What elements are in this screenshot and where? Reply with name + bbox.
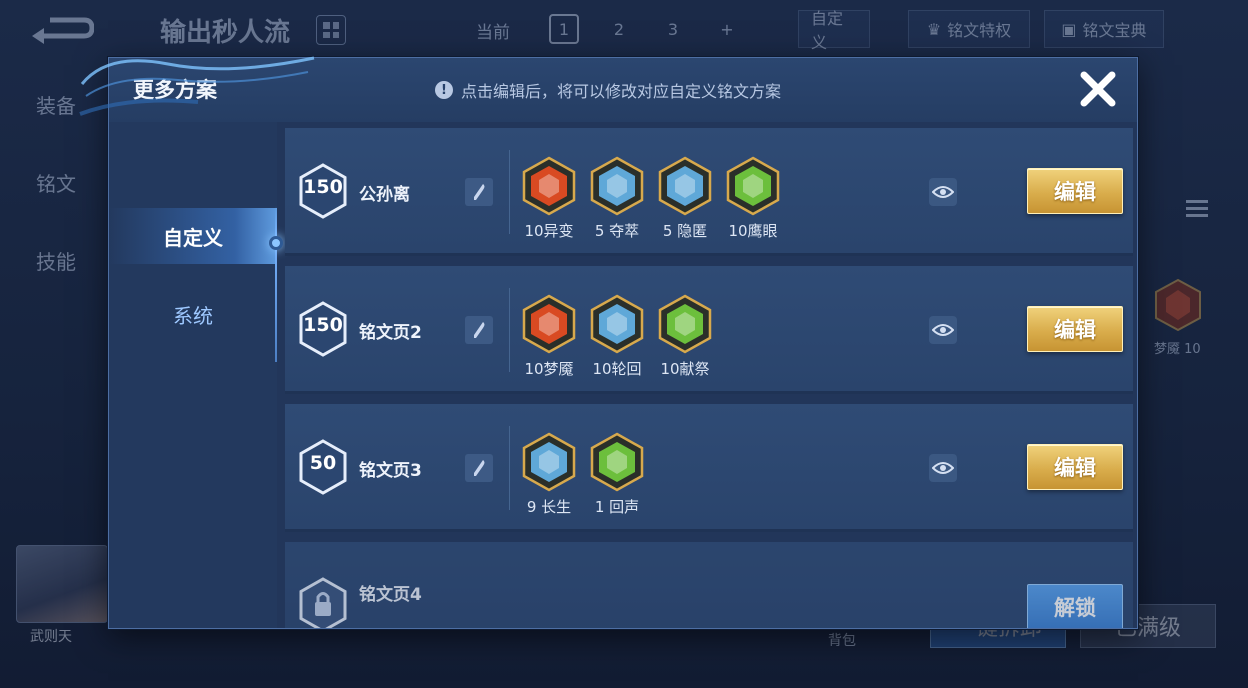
manual-button[interactable]: ▣ 铭文宝典 [1044, 10, 1164, 48]
red-rune-icon [515, 294, 583, 354]
add-page-tab[interactable]: + [712, 14, 742, 44]
plan-name: 铭文页4 [359, 585, 422, 605]
eye-icon [932, 324, 954, 336]
red-rune-icon[interactable] [1154, 278, 1202, 332]
rune-slot[interactable]: 10鹰眼 [719, 156, 787, 241]
menu-icon[interactable] [1184, 196, 1210, 222]
current-label: 当前 [476, 23, 510, 43]
row-divider [509, 426, 510, 510]
rune-label: 1 回声 [594, 498, 640, 516]
edit-button[interactable]: 编辑 [1027, 444, 1123, 490]
rune-label: 10献祭 [660, 360, 710, 378]
modal-header: 更多方案 ! 点击编辑后，将可以修改对应自定义铭文方案 [109, 58, 1137, 122]
page-tab-1[interactable]: 1 [549, 14, 579, 44]
rune-slot[interactable]: 5 夺萃 [583, 156, 651, 241]
red-rune-icon [515, 156, 583, 216]
plan-name: 铭文页3 [359, 461, 422, 481]
plan-level: 150 [303, 176, 343, 198]
grid-icon[interactable] [316, 15, 346, 45]
plan-row: 150 公孙离 10异变 5 夺萃 5 隐匿 10鹰眼 编辑 [285, 128, 1133, 256]
plan-row: 50 铭文页3 9 长生 1 回声 编辑 [285, 404, 1133, 532]
sidebar-item-custom[interactable]: 自定义 [109, 208, 277, 264]
row-divider [509, 150, 510, 234]
pencil-icon [474, 184, 485, 200]
edit-button[interactable]: 编辑 [1027, 306, 1123, 352]
plan-list: 150 公孙离 10异变 5 夺萃 5 隐匿 10鹰眼 编辑 150 铭文页2 … [285, 128, 1133, 628]
preview-button[interactable] [929, 178, 957, 206]
pencil-icon [474, 460, 485, 476]
blue-rune-icon [515, 432, 583, 492]
blue-rune-icon [651, 156, 719, 216]
side-tab-runes[interactable]: 铭文 [36, 168, 76, 197]
scheme-title: 输出秒人流 [160, 18, 291, 48]
blue-rune-icon [583, 294, 651, 354]
info-icon: ! [435, 81, 453, 99]
plan-name: 公孙离 [359, 185, 410, 205]
sidebar-item-system[interactable]: 系统 [109, 286, 277, 342]
privilege-button[interactable]: ♛ 铭文特权 [908, 10, 1030, 48]
rune-label: 5 隐匿 [662, 222, 708, 240]
rune-slot[interactable]: 10献祭 [651, 294, 719, 379]
green-rune-icon [651, 294, 719, 354]
edit-button[interactable]: 编辑 [1027, 168, 1123, 214]
rune-slot[interactable]: 9 长生 [515, 432, 583, 517]
bag-label: 背包 [828, 633, 856, 649]
side-tab-equipment[interactable]: 装备 [36, 90, 76, 119]
rune-label: 10梦魇 [524, 360, 574, 378]
pencil-icon [474, 322, 485, 338]
unlock-button[interactable]: 解锁 [1027, 584, 1123, 628]
page-tab-2[interactable]: 2 [604, 14, 634, 44]
plan-row: 150 铭文页2 10梦魇 10轮回 10献祭 编辑 [285, 266, 1133, 394]
rune-label: 10鹰眼 [728, 222, 778, 240]
rune-slot[interactable]: 10异变 [515, 156, 583, 241]
row-divider [509, 288, 510, 372]
right-rune-label: 梦魇 10 [1154, 342, 1201, 357]
lock-icon [299, 577, 347, 628]
preview-button[interactable] [929, 316, 957, 344]
hero-avatar[interactable] [16, 545, 108, 623]
rune-slot[interactable]: 10轮回 [583, 294, 651, 379]
hero-name: 武则天 [30, 629, 72, 645]
rune-label: 9 长生 [526, 498, 572, 516]
eye-icon [932, 462, 954, 474]
rune-slot[interactable]: 1 回声 [583, 432, 651, 517]
plan-row: 铭文页4 解锁 [285, 542, 1133, 628]
sidebar-divider [275, 206, 277, 362]
close-icon [1080, 71, 1116, 107]
rune-label: 10异变 [524, 222, 574, 240]
blue-rune-icon [583, 156, 651, 216]
rename-button[interactable] [465, 454, 493, 482]
back-arrow-icon[interactable] [30, 14, 94, 46]
book-icon: ▣ [1061, 19, 1077, 39]
privilege-button-label: 铭文特权 [947, 21, 1012, 40]
hint-text-row: ! 点击编辑后，将可以修改对应自定义铭文方案 [435, 78, 781, 102]
close-button[interactable] [1075, 66, 1121, 112]
custom-button[interactable]: 自定义 [798, 9, 870, 52]
rename-button[interactable] [465, 178, 493, 206]
rune-label: 5 夺萃 [594, 222, 640, 240]
crown-icon: ♛ [926, 19, 942, 39]
rename-button[interactable] [465, 316, 493, 344]
plan-category-sidebar: 自定义 系统 [109, 122, 283, 628]
selection-dot [269, 236, 283, 250]
manual-button-label: 铭文宝典 [1082, 21, 1147, 40]
modal-title: 更多方案 [133, 78, 217, 102]
hint-text: 点击编辑后，将可以修改对应自定义铭文方案 [461, 82, 782, 101]
more-plans-modal: 更多方案 ! 点击编辑后，将可以修改对应自定义铭文方案 自定义 系统 150 公孙… [108, 57, 1138, 629]
green-rune-icon [583, 432, 651, 492]
rune-slot[interactable]: 10梦魇 [515, 294, 583, 379]
rune-slot[interactable]: 5 隐匿 [651, 156, 719, 241]
page-tab-3[interactable]: 3 [658, 14, 688, 44]
preview-button[interactable] [929, 454, 957, 482]
rune-label: 10轮回 [592, 360, 642, 378]
eye-icon [932, 186, 954, 198]
plan-level: 50 [309, 452, 337, 474]
plan-level: 150 [303, 314, 343, 336]
side-tab-skills[interactable]: 技能 [36, 246, 76, 275]
plan-name: 铭文页2 [359, 323, 422, 343]
green-rune-icon [719, 156, 787, 216]
